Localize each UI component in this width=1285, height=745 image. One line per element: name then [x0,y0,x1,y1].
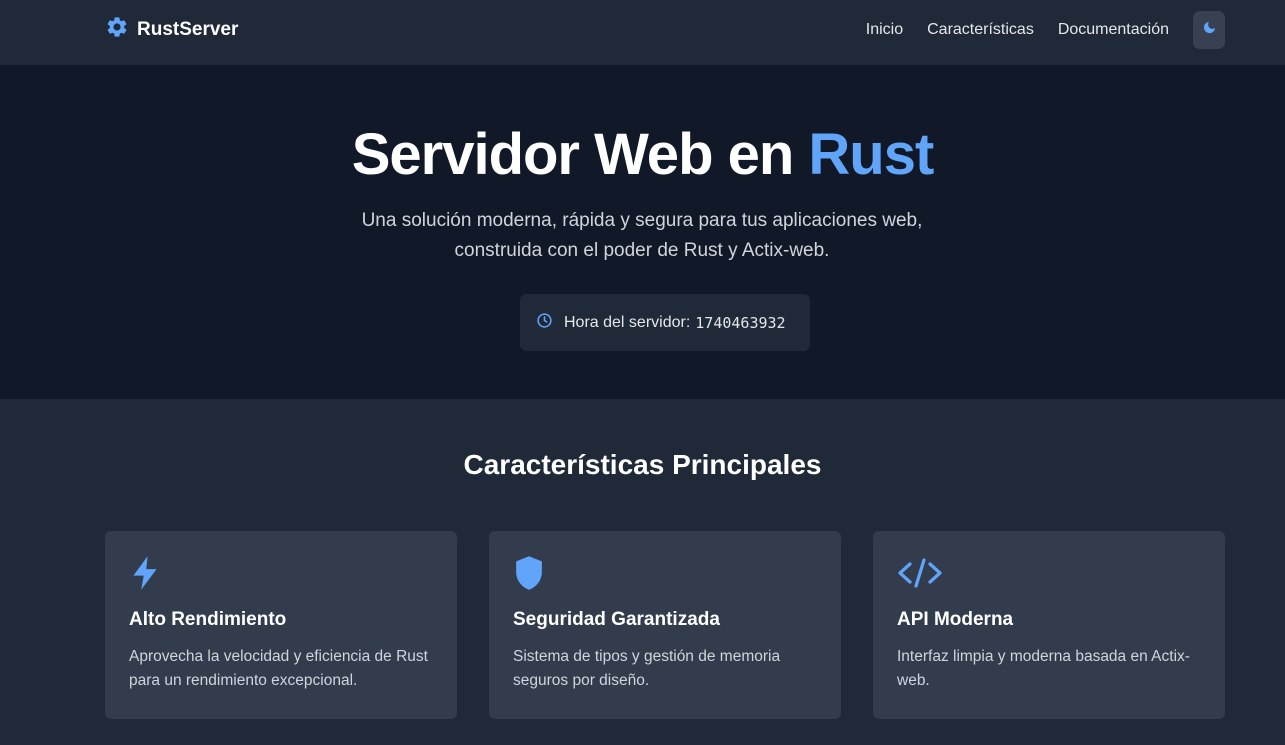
hero-title: Servidor Web en Rust [0,121,1285,188]
features-section: Características Principales Alto Rendimi… [0,399,1285,745]
brand-name: RustServer [137,19,239,40]
theme-toggle-button[interactable] [1193,11,1225,49]
feature-card-text: Interfaz limpia y moderna basada en Acti… [897,648,1190,689]
shield-icon [513,555,545,591]
clock-icon [536,312,564,334]
feature-card-text: Aprovecha la velocidad y eficiencia de R… [129,648,428,689]
hero-section: Servidor Web en Rust Una solución modern… [0,66,1285,399]
feature-card-api: API Moderna Interfaz limpia y moderna ba… [873,531,1225,719]
feature-card-security: Seguridad Garantizada Sistema de tipos y… [489,531,841,719]
feature-card-title: Seguridad Garantizada [513,609,720,630]
gear-icon [105,15,129,45]
nav-links: Inicio Características Documentación [866,11,1225,49]
features-title: Características Principales [463,449,822,480]
hero-subtitle-line2: construida con el poder de Rust y Actix-… [454,240,830,261]
feature-card-title: API Moderna [897,609,1014,630]
hero-title-main: Servidor Web en [351,122,809,187]
nav-link-documentacion[interactable]: Documentación [1058,21,1169,39]
lightning-icon [129,555,161,591]
nav-link-caracteristicas[interactable]: Características [927,21,1034,39]
hero-title-accent: Rust [808,122,934,187]
code-icon [897,555,943,591]
server-time-label: Hora del servidor: [564,313,691,331]
server-time-value: 1740463932 [695,313,786,332]
brand-logo[interactable]: RustServer [105,17,238,43]
feature-card-title: Alto Rendimiento [129,609,287,630]
moon-icon [1202,20,1217,40]
navbar: RustServer Inicio Características Docume… [0,0,1285,66]
feature-card-performance: Alto Rendimiento Aprovecha la velocidad … [105,531,457,719]
feature-card-text: Sistema de tipos y gestión de memoria se… [513,648,781,689]
hero-subtitle-line1: Una solución moderna, rápida y segura pa… [361,210,923,231]
hero-subtitle: Una solución moderna, rápida y segura pa… [342,206,942,266]
server-time-box: Hora del servidor: 1740463932 [520,294,810,351]
nav-link-inicio[interactable]: Inicio [866,21,903,39]
